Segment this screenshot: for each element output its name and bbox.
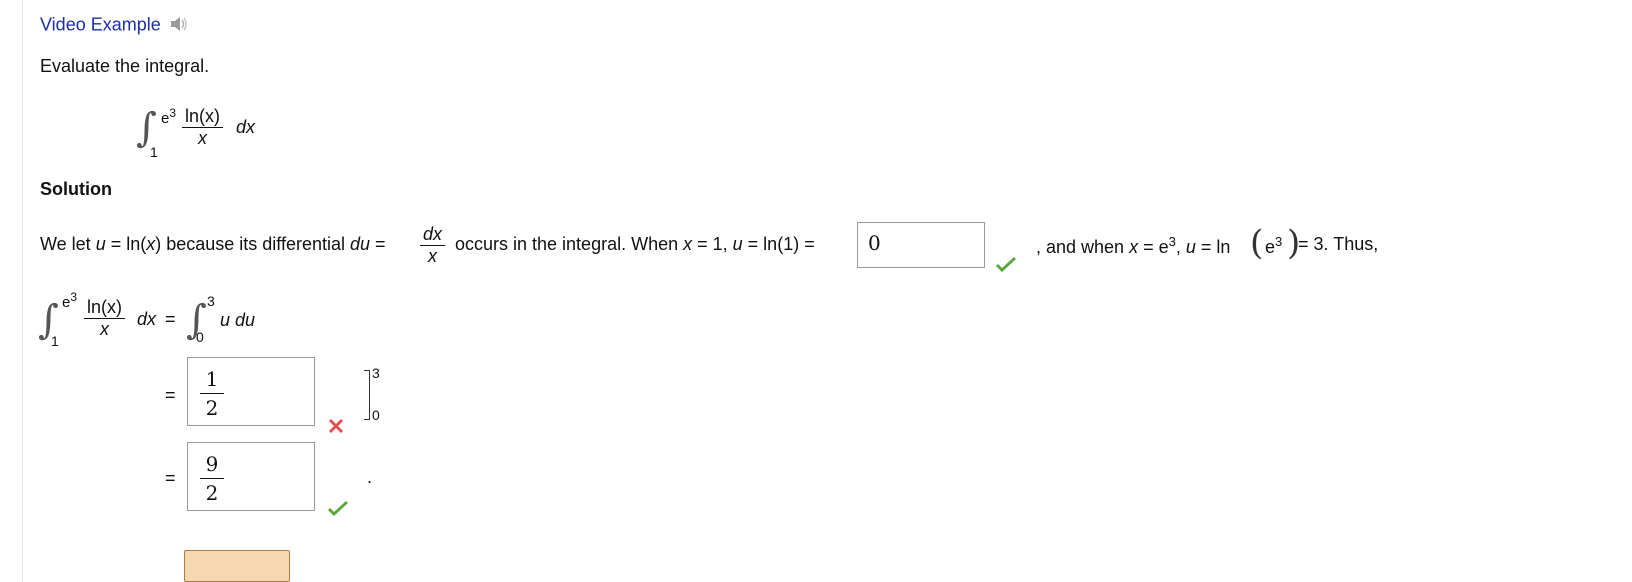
- final-period: .: [367, 467, 373, 487]
- solution-sentence-start: We let u = ln(x) because its differentia…: [40, 234, 386, 254]
- lhs-upper-limit: e3: [62, 290, 78, 311]
- integrand-denominator: x: [198, 128, 207, 148]
- bottom-button-cropped[interactable]: [184, 550, 290, 582]
- left-paren: (: [1250, 223, 1264, 263]
- lower-limit: 1: [150, 144, 158, 160]
- rhs-u-du: u du: [220, 310, 256, 330]
- answer-box-u-at-1-value[interactable]: 0: [868, 231, 881, 255]
- video-example-link[interactable]: Video Example: [40, 15, 161, 35]
- integral-sign: ∫: [136, 105, 157, 151]
- integrand-numerator: ln(x): [185, 106, 220, 126]
- problem-prompt: Evaluate the integral.: [40, 56, 210, 76]
- answer-box-antiderivative[interactable]: 1 2: [187, 357, 315, 426]
- solution-sentence-end: , and when x = e3, u = ln: [1036, 234, 1231, 257]
- line2-equals: =: [165, 385, 176, 405]
- rhs-upper-limit: 3: [207, 293, 215, 309]
- correct-check-icon: [994, 256, 1018, 279]
- video-example-row[interactable]: Video Example: [40, 14, 189, 39]
- lhs-integrand-fraction: ln(x) x: [84, 297, 125, 340]
- eval-lower-limit: 0: [372, 407, 380, 423]
- answer-box-u-at-1[interactable]: 0: [857, 222, 985, 268]
- incorrect-x-icon: [326, 416, 346, 441]
- e-cubed: e3: [1265, 234, 1283, 257]
- solution-thus: = 3. Thus,: [1298, 234, 1379, 254]
- answer-box-antiderivative-fraction[interactable]: 1 2: [200, 367, 224, 420]
- line3-equals: =: [165, 468, 176, 488]
- solution-heading: Solution: [40, 179, 112, 199]
- left-border: [22, 0, 23, 582]
- lhs-dx: dx: [137, 309, 157, 329]
- correct-check-icon-final: [326, 500, 350, 523]
- integrand-fraction: ln(x) x: [182, 106, 223, 149]
- speaker-icon[interactable]: [169, 14, 189, 39]
- lhs-equals: =: [165, 309, 176, 329]
- rhs-lower-limit: 0: [196, 329, 204, 345]
- eval-upper-limit: 3: [372, 365, 380, 381]
- need-help-label-cropped: [48, 552, 168, 560]
- solution-sentence-mid: occurs in the integral. When x = 1, u = …: [455, 234, 815, 254]
- upper-limit: e3: [161, 106, 177, 127]
- integrand-dx: dx: [236, 117, 256, 137]
- answer-box-final[interactable]: 9 2: [187, 442, 315, 511]
- answer-box-final-fraction[interactable]: 9 2: [200, 452, 224, 505]
- evaluation-bracket: [364, 370, 370, 420]
- lhs-lower-limit: 1: [51, 333, 59, 349]
- dx-over-x-fraction: dx x: [420, 224, 446, 267]
